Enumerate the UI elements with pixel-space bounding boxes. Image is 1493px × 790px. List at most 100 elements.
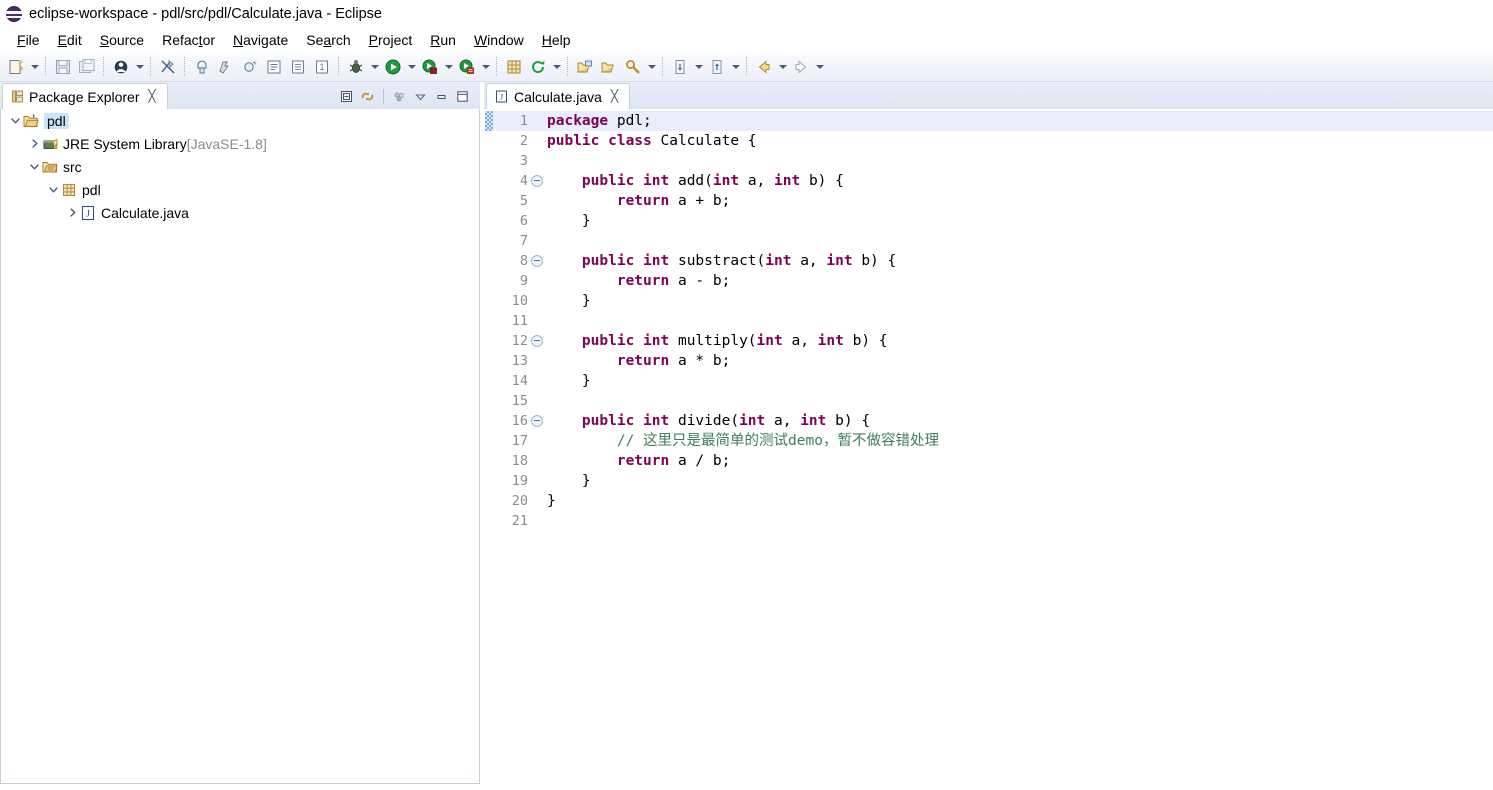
- code-token-plain: }: [547, 473, 591, 489]
- chevron-down-icon[interactable]: [645, 55, 658, 79]
- code-editor[interactable]: 1 2 3 4 5 6 7 8 9 10 11 12 13 14 15 16 17 18 19 20 21 packag…: [484, 109, 1493, 784]
- toolbar-separator: [338, 57, 340, 76]
- fold-marker[interactable]: [530, 175, 543, 187]
- tree-item-src[interactable]: src: [1, 155, 479, 178]
- chevron-down-icon[interactable]: [813, 55, 826, 79]
- search-icon[interactable]: [621, 55, 645, 79]
- line-number: 4: [519, 173, 528, 189]
- open-task-icon[interactable]: [597, 55, 621, 79]
- chevron-right-icon[interactable]: [26, 136, 42, 152]
- menu-search[interactable]: Search: [297, 30, 359, 51]
- minimize-icon[interactable]: [432, 87, 451, 106]
- fold-collapse-icon[interactable]: [529, 411, 544, 431]
- menu-source[interactable]: Source: [91, 30, 153, 51]
- menu-file[interactable]: File: [8, 30, 49, 51]
- menu-navigate[interactable]: Navigate: [224, 30, 297, 51]
- new-wizard-icon[interactable]: [4, 55, 28, 79]
- menu-project[interactable]: Project: [360, 30, 422, 51]
- code-line: }: [547, 211, 1493, 231]
- link-with-editor-icon[interactable]: [358, 87, 377, 106]
- chevron-down-icon[interactable]: [479, 55, 492, 79]
- code-line: package pdl;: [547, 111, 1493, 131]
- refresh-icon[interactable]: [526, 55, 550, 79]
- source-code-text[interactable]: package pdl; public class Calculate { pub…: [544, 109, 1493, 784]
- new-java-element-icon[interactable]: [502, 55, 526, 79]
- new-class-icon[interactable]: [238, 55, 262, 79]
- toggle-mark-occurrences-icon[interactable]: [156, 55, 180, 79]
- folding-ruler[interactable]: [529, 109, 544, 784]
- view-menu-chevron-icon[interactable]: [411, 87, 430, 106]
- tree-item-calculate-java[interactable]: J Calculate.java: [1, 201, 479, 224]
- fold-marker[interactable]: [530, 335, 543, 347]
- coverage-icon[interactable]: [418, 55, 442, 79]
- chevron-down-icon[interactable]: [7, 113, 23, 129]
- chevron-down-icon[interactable]: [405, 55, 418, 79]
- chevron-down-icon[interactable]: [692, 55, 705, 79]
- print-icon[interactable]: [109, 55, 133, 79]
- menu-help[interactable]: Help: [533, 30, 580, 51]
- new-package-icon[interactable]: [214, 55, 238, 79]
- tree-item-pdl[interactable]: pdl: [1, 178, 479, 201]
- menu-edit[interactable]: Edit: [49, 30, 91, 51]
- chevron-down-icon[interactable]: [776, 55, 789, 79]
- fold-collapse-icon[interactable]: [529, 331, 544, 351]
- next-annotation-icon[interactable]: [668, 55, 692, 79]
- package-explorer-tree[interactable]: pdl JRE System Library [JavaSE-1.8] src pdl…: [0, 109, 480, 784]
- line-number: 5: [519, 193, 528, 209]
- external-tools-icon[interactable]: [455, 55, 479, 79]
- code-token-kw: int: [756, 333, 783, 349]
- code-token-kw: int: [826, 253, 853, 269]
- menu-run[interactable]: Run: [421, 30, 465, 51]
- new-interface-icon[interactable]: [262, 55, 286, 79]
- java-file-icon: J: [495, 90, 508, 103]
- new-annotation-icon[interactable]: 1: [310, 55, 334, 79]
- forward-icon[interactable]: [789, 55, 813, 79]
- fold-collapse-icon[interactable]: [529, 171, 544, 191]
- chevron-down-icon[interactable]: [729, 55, 742, 79]
- chevron-down-icon[interactable]: [550, 55, 563, 79]
- code-token-kw: int: [817, 333, 844, 349]
- collapse-all-icon[interactable]: [337, 87, 356, 106]
- code-line: return a - b;: [547, 271, 1493, 291]
- new-enum-icon[interactable]: [286, 55, 310, 79]
- chevron-down-icon[interactable]: [368, 55, 381, 79]
- fold-marker[interactable]: [530, 255, 543, 267]
- tree-item-pdl[interactable]: pdl: [1, 109, 479, 132]
- fold-marker[interactable]: [530, 415, 543, 427]
- chevron-down-icon[interactable]: [26, 159, 42, 175]
- tab-calculate-java[interactable]: J Calculate.java ╳: [486, 83, 630, 109]
- save-all-icon[interactable]: [75, 55, 99, 79]
- chevron-down-icon[interactable]: [28, 55, 41, 79]
- new-java-project-icon[interactable]: [190, 55, 214, 79]
- chevron-down-icon[interactable]: [133, 55, 146, 79]
- run-icon[interactable]: [381, 55, 405, 79]
- line-number: 15: [511, 393, 528, 409]
- tree-item-jre-system-library[interactable]: JRE System Library [JavaSE-1.8]: [1, 132, 479, 155]
- save-icon[interactable]: [51, 55, 75, 79]
- menu-window[interactable]: Window: [465, 30, 533, 51]
- toolbar-separator: [103, 57, 105, 76]
- view-menu-dots-icon[interactable]: [390, 87, 409, 106]
- previous-annotation-icon[interactable]: [705, 55, 729, 79]
- close-icon[interactable]: ╳: [146, 90, 159, 103]
- menu-refactor[interactable]: Refactor: [153, 30, 224, 51]
- back-icon[interactable]: [752, 55, 776, 79]
- close-icon[interactable]: ╳: [608, 90, 621, 103]
- tree-item-label: pdl: [82, 181, 101, 198]
- svg-text:J: J: [86, 209, 90, 219]
- fold-collapse-icon[interactable]: [529, 251, 544, 271]
- chevron-right-icon[interactable]: [64, 205, 80, 221]
- chevron-down-icon[interactable]: [45, 182, 61, 198]
- tab-package-explorer[interactable]: Package Explorer ╳: [2, 83, 168, 109]
- maximize-icon[interactable]: [453, 87, 472, 106]
- debug-icon[interactable]: [344, 55, 368, 79]
- chevron-down-icon[interactable]: [442, 55, 455, 79]
- open-type-icon[interactable]: [573, 55, 597, 79]
